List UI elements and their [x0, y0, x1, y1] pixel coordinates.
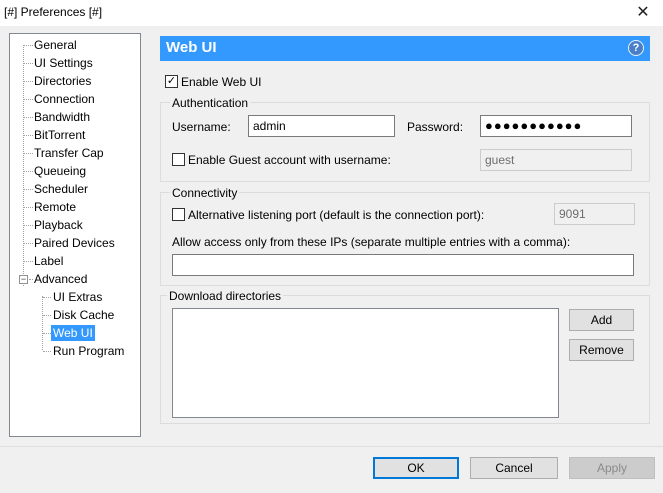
sidebar-item-queueing[interactable]: Queueing	[32, 163, 88, 179]
remove-dir-button[interactable]: Remove	[569, 339, 634, 361]
sidebar-item-transfer-cap[interactable]: Transfer Cap	[32, 145, 106, 161]
cancel-button[interactable]: Cancel	[470, 457, 558, 479]
footer-separator	[0, 446, 663, 447]
sidebar-item-bittorrent[interactable]: BitTorrent	[32, 127, 87, 143]
sidebar-item-scheduler[interactable]: Scheduler	[32, 181, 90, 197]
allow-ips-input[interactable]	[172, 254, 634, 276]
title-bar: [#] Preferences [#] ✕	[0, 0, 663, 26]
password-label: Password:	[407, 120, 464, 134]
window-title: [#] Preferences [#]	[4, 5, 103, 19]
sidebar-item-connection[interactable]: Connection	[32, 91, 97, 107]
alt-port-label: Alternative listening port (default is t…	[188, 208, 485, 222]
authentication-title: Authentication	[170, 96, 251, 110]
enable-webui-label: Enable Web UI	[181, 75, 262, 89]
sidebar-item-disk-cache[interactable]: Disk Cache	[51, 307, 116, 323]
sidebar-item-general[interactable]: General	[32, 37, 79, 53]
allow-ips-label: Allow access only from these IPs (separa…	[172, 235, 571, 249]
download-dirs-list[interactable]	[172, 308, 559, 418]
sidebar-item-ui-extras[interactable]: UI Extras	[51, 289, 104, 305]
apply-button[interactable]: Apply	[569, 457, 655, 479]
tree-line	[42, 296, 43, 350]
collapse-icon[interactable]: −	[19, 275, 28, 284]
guest-account-checkbox[interactable]	[172, 153, 185, 166]
help-icon[interactable]: ?	[628, 40, 644, 56]
sidebar-item-label[interactable]: Label	[32, 253, 65, 269]
username-input[interactable]: admin	[248, 115, 395, 137]
panel-header: Web UI ?	[160, 36, 650, 61]
add-dir-button[interactable]: Add	[569, 309, 634, 331]
sidebar-item-paired-devices[interactable]: Paired Devices	[32, 235, 117, 251]
tree-line	[43, 297, 51, 298]
guest-account-label: Enable Guest account with username:	[188, 153, 391, 167]
connectivity-title: Connectivity	[170, 186, 240, 200]
guest-username-input[interactable]: guest	[480, 149, 632, 171]
sidebar-item-ui-settings[interactable]: UI Settings	[32, 55, 95, 71]
sidebar-item-directories[interactable]: Directories	[32, 73, 93, 89]
password-input[interactable]: ●●●●●●●●●●●	[480, 115, 632, 137]
tree-line	[43, 333, 51, 334]
tree-line	[43, 351, 51, 352]
ok-button[interactable]: OK	[373, 457, 459, 479]
tree-line	[43, 315, 51, 316]
sidebar-item-bandwidth[interactable]: Bandwidth	[32, 109, 92, 125]
enable-webui-checkbox[interactable]: ✓	[165, 75, 178, 88]
close-icon[interactable]: ✕	[633, 3, 653, 23]
sidebar-item-remote[interactable]: Remote	[32, 199, 78, 215]
sidebar-item-web-ui[interactable]: Web UI	[51, 325, 95, 341]
username-label: Username:	[172, 120, 231, 134]
alt-port-checkbox[interactable]	[172, 208, 185, 221]
category-tree[interactable]: − General UI Settings Directories Connec…	[9, 33, 141, 437]
sidebar-item-run-program[interactable]: Run Program	[51, 343, 126, 359]
sidebar-item-playback[interactable]: Playback	[32, 217, 85, 233]
download-dirs-title: Download directories	[167, 289, 284, 303]
sidebar-item-advanced[interactable]: Advanced	[32, 271, 89, 287]
alt-port-input[interactable]: 9091	[554, 203, 635, 225]
panel-title: Web UI	[166, 39, 217, 56]
